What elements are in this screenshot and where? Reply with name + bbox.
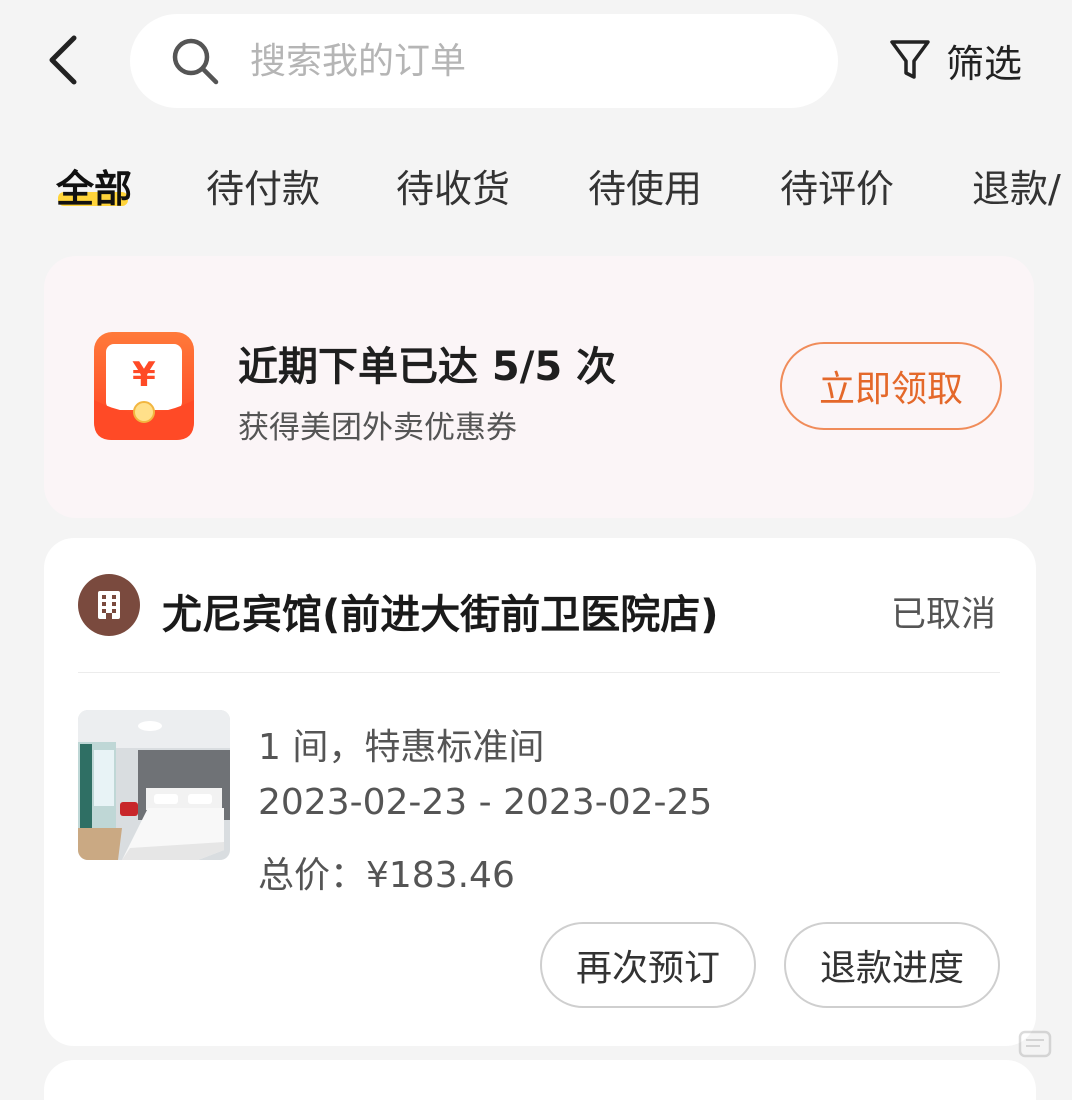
order-tabs: 全部 待付款 待收货 待使用 待评价 退款/ (0, 150, 1072, 220)
total-price: 总价：¥183.46 (258, 855, 515, 896)
search-box[interactable] (130, 14, 838, 108)
hotel-room-photo (78, 710, 230, 860)
stay-dates: 2023-02-23 - 2023-02-25 (258, 782, 713, 823)
hotel-avatar (78, 574, 140, 636)
building-icon (98, 591, 120, 619)
back-button[interactable] (36, 32, 92, 88)
refund-progress-button[interactable]: 退款进度 (784, 922, 1000, 1008)
room-thumbnail[interactable] (78, 710, 230, 860)
search-input[interactable] (248, 39, 772, 83)
hotel-name[interactable]: 尤尼宾馆(前进大街前卫医院店) (162, 582, 719, 640)
card-divider (78, 672, 1000, 673)
promo-title: 近期下单已达 5/5 次 (238, 344, 617, 390)
tab-all[interactable]: 全部 (56, 158, 132, 213)
next-order-card (44, 1060, 1036, 1100)
tab-pending-review[interactable]: 待评价 (780, 158, 894, 213)
order-status: 已取消 (890, 595, 996, 635)
svg-text:¥: ¥ (132, 355, 156, 395)
hotel-order-card[interactable]: 尤尼宾馆(前进大街前卫医院店) 已取消 1 间，特惠标准间 2023-02-23… (44, 538, 1036, 1046)
watermark-logo-icon (1018, 1030, 1052, 1058)
chevron-left-icon (49, 35, 77, 85)
coupon-promo-card: ¥ 近期下单已达 5/5 次 获得美团外卖优惠券 立即领取 (44, 256, 1034, 518)
tab-pending-use[interactable]: 待使用 (588, 158, 702, 213)
filter-button[interactable]: 筛选 (888, 32, 1022, 88)
red-envelope-yen-icon: ¥ (94, 332, 194, 440)
tab-refund[interactable]: 退款/ (972, 158, 1061, 213)
rebook-button[interactable]: 再次预订 (540, 922, 756, 1008)
filter-label: 筛选 (946, 41, 1023, 86)
header: 筛选 (0, 0, 1072, 130)
promo-subtitle: 获得美团外卖优惠券 (238, 410, 517, 446)
tab-pending-delivery[interactable]: 待收货 (396, 158, 510, 213)
room-description: 1 间，特惠标准间 (258, 727, 545, 768)
search-icon (172, 38, 219, 85)
claim-coupon-button[interactable]: 立即领取 (780, 342, 1002, 430)
watermark (1018, 1030, 1054, 1060)
tab-pending-payment[interactable]: 待付款 (206, 158, 320, 213)
filter-icon (890, 40, 930, 79)
